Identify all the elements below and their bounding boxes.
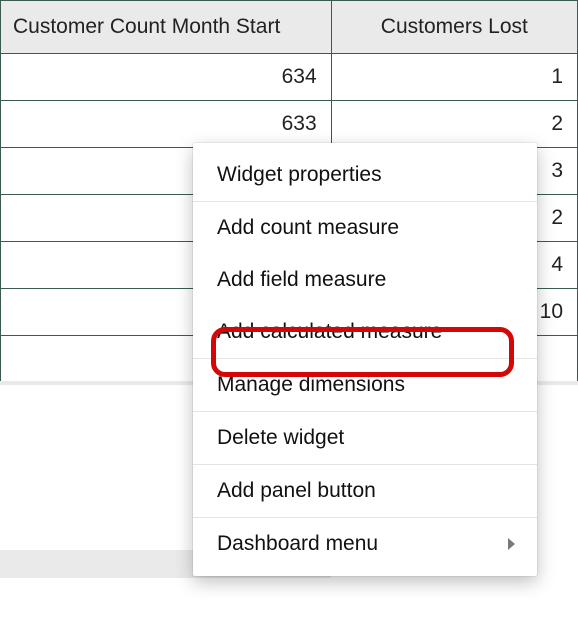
column-header-customers-lost[interactable]: Customers Lost <box>331 1 577 54</box>
menu-item-add-panel-button[interactable]: Add panel button <box>193 465 537 517</box>
menu-item-manage-dimensions[interactable]: Manage dimensions <box>193 359 537 411</box>
context-menu: Widget properties Add count measure Add … <box>193 143 537 576</box>
menu-item-label: Add calculated measure <box>217 320 442 344</box>
cell-value: 633 <box>1 101 332 148</box>
cell-value: 1 <box>331 54 577 101</box>
menu-item-add-calculated-measure[interactable]: Add calculated measure <box>193 306 537 358</box>
menu-item-label: Add panel button <box>217 479 376 503</box>
cell-value: 634 <box>1 54 332 101</box>
menu-item-add-count-measure[interactable]: Add count measure <box>193 202 537 254</box>
menu-item-label: Widget properties <box>217 163 382 187</box>
menu-item-add-field-measure[interactable]: Add field measure <box>193 254 537 306</box>
table-row[interactable]: 634 1 <box>1 54 578 101</box>
menu-item-label: Manage dimensions <box>217 373 405 397</box>
cell-value: 2 <box>331 101 577 148</box>
column-header-customer-count[interactable]: Customer Count Month Start <box>1 1 332 54</box>
menu-item-widget-properties[interactable]: Widget properties <box>193 149 537 201</box>
menu-item-label: Dashboard menu <box>217 532 378 556</box>
menu-item-label: Add count measure <box>217 216 399 240</box>
menu-item-dashboard-menu[interactable]: Dashboard menu <box>193 518 537 570</box>
table-row[interactable]: 633 2 <box>1 101 578 148</box>
chevron-right-icon <box>508 538 515 550</box>
menu-item-delete-widget[interactable]: Delete widget <box>193 412 537 464</box>
menu-item-label: Add field measure <box>217 268 386 292</box>
menu-item-label: Delete widget <box>217 426 344 450</box>
